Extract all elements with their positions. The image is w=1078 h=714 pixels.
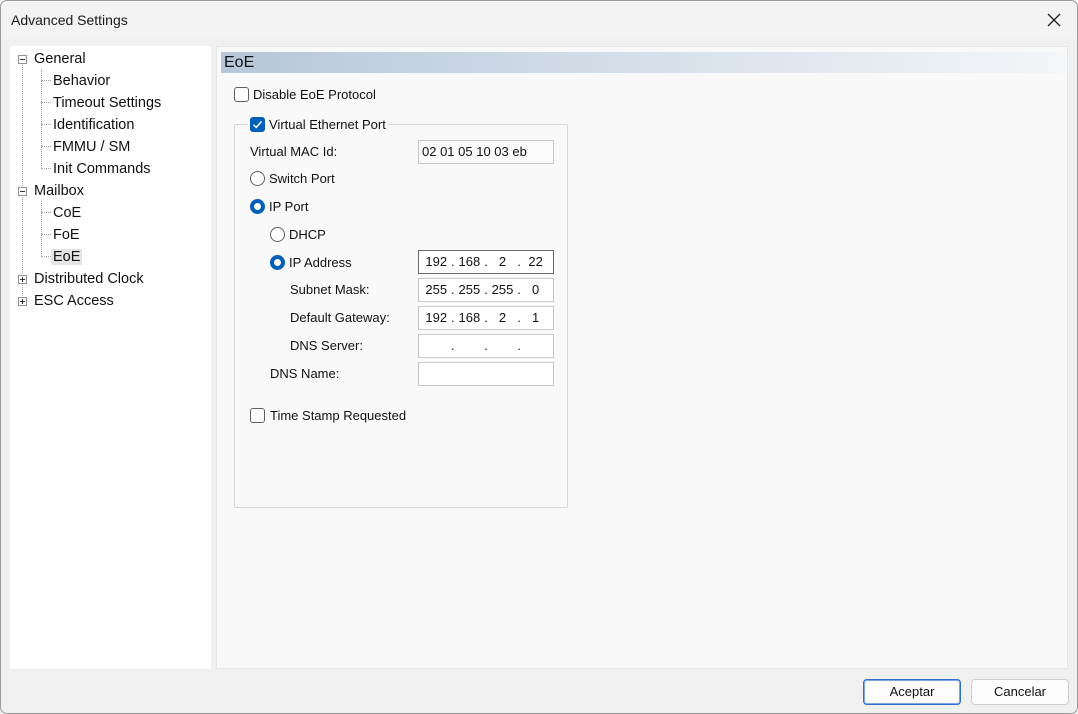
ip-dot: . xyxy=(517,254,521,269)
window-title: Advanced Settings xyxy=(11,12,128,28)
ip-octet[interactable]: 22 xyxy=(524,251,548,273)
tree-connector xyxy=(41,146,51,147)
advanced-settings-dialog: Advanced Settings General Behavior Timeo… xyxy=(0,0,1078,714)
collapse-mailbox-icon[interactable] xyxy=(18,187,27,196)
ip-octet[interactable]: 255 xyxy=(424,279,448,301)
tree-connector xyxy=(41,80,51,81)
tree-connector xyxy=(41,168,51,169)
checkmark-icon xyxy=(252,120,263,129)
default-gateway-label: Default Gateway: xyxy=(290,310,390,325)
tree-item-label: FMMU / SM xyxy=(53,139,131,155)
virtual-mac-label: Virtual MAC Id: xyxy=(250,144,338,159)
tree-item-label: General xyxy=(34,51,86,67)
tree-connector xyxy=(41,256,51,257)
ip-octet[interactable]: 192 xyxy=(424,251,448,273)
dns-name-field[interactable] xyxy=(418,362,554,386)
tree-connector xyxy=(22,63,23,300)
virtual-mac-field[interactable]: 02 01 05 10 03 eb xyxy=(418,140,554,164)
ip-dot: . xyxy=(484,254,488,269)
ip-address-radio[interactable] xyxy=(270,255,285,270)
subnet-mask-label: Subnet Mask: xyxy=(290,282,370,297)
ip-octet[interactable]: 1 xyxy=(524,307,548,329)
ip-dot: . xyxy=(451,282,455,297)
tree-item-coe[interactable]: CoE xyxy=(51,202,83,224)
tree-item-foe[interactable]: FoE xyxy=(51,224,82,246)
dhcp-radio[interactable] xyxy=(270,227,285,242)
tree-item-label: Distributed Clock xyxy=(34,271,144,287)
default-gateway-field[interactable]: 192. 168. 2. 1 xyxy=(418,306,554,330)
tree-item-esc-access[interactable]: ESC Access xyxy=(32,290,116,312)
tree-connector xyxy=(41,124,51,125)
ip-dot: . xyxy=(517,310,521,325)
tree-connector xyxy=(41,69,42,168)
tree-item-label: EoE xyxy=(51,249,83,265)
dns-server-field[interactable]: . . . xyxy=(418,334,554,358)
ip-octet[interactable]: 168 xyxy=(457,307,481,329)
dns-name-label: DNS Name: xyxy=(270,366,340,381)
tree-item-distributed-clock[interactable]: Distributed Clock xyxy=(32,268,146,290)
close-button[interactable] xyxy=(1039,6,1069,34)
eoe-settings-panel: EoE Disable EoE Protocol Virtual Etherne… xyxy=(216,46,1068,669)
dns-server-label: DNS Server: xyxy=(290,338,363,353)
collapse-general-icon[interactable] xyxy=(18,55,27,64)
ip-port-label[interactable]: IP Port xyxy=(269,199,309,214)
accept-button[interactable]: Aceptar xyxy=(863,679,961,705)
time-stamp-label[interactable]: Time Stamp Requested xyxy=(270,408,406,423)
tree-item-label: Init Commands xyxy=(53,161,151,177)
dhcp-label[interactable]: DHCP xyxy=(289,227,326,242)
ip-address-field[interactable]: 192. 168. 2. 22 xyxy=(418,250,554,274)
tree-item-init-commands[interactable]: Init Commands xyxy=(51,158,153,180)
tree-item-label: Behavior xyxy=(53,73,111,89)
subnet-mask-field[interactable]: 255. 255. 255. 0 xyxy=(418,278,554,302)
ip-octet[interactable]: 255 xyxy=(491,279,515,301)
virtual-ethernet-port-checkbox[interactable] xyxy=(250,117,265,132)
switch-port-label[interactable]: Switch Port xyxy=(269,171,335,186)
time-stamp-checkbox[interactable] xyxy=(250,408,265,423)
ip-octet[interactable]: 2 xyxy=(491,307,515,329)
ip-dot: . xyxy=(451,310,455,325)
ip-octet[interactable]: 192 xyxy=(424,307,448,329)
ip-port-radio[interactable] xyxy=(250,199,265,214)
ip-dot: . xyxy=(517,338,521,353)
tree-item-eoe[interactable]: EoE xyxy=(51,246,83,268)
virtual-ethernet-port-label[interactable]: Virtual Ethernet Port xyxy=(269,117,386,132)
ip-address-label[interactable]: IP Address xyxy=(289,255,352,270)
tree-connector xyxy=(41,212,51,213)
tree-item-timeout-settings[interactable]: Timeout Settings xyxy=(51,92,163,114)
ip-octet[interactable]: 255 xyxy=(457,279,481,301)
tree-connector xyxy=(41,102,51,103)
title-bar: Advanced Settings xyxy=(1,1,1077,39)
tree-item-fmmu-sm[interactable]: FMMU / SM xyxy=(51,136,132,158)
close-icon xyxy=(1047,13,1061,27)
tree-item-general[interactable]: General xyxy=(32,48,88,70)
disable-eoe-label[interactable]: Disable EoE Protocol xyxy=(253,87,376,102)
tree-item-label: CoE xyxy=(53,205,82,221)
ip-dot: . xyxy=(484,310,488,325)
disable-eoe-checkbox[interactable] xyxy=(234,87,249,102)
tree-item-behavior[interactable]: Behavior xyxy=(51,70,112,92)
ip-octet[interactable]: 2 xyxy=(491,251,515,273)
ip-octet[interactable]: 0 xyxy=(524,279,548,301)
tree-item-label: Timeout Settings xyxy=(53,95,162,111)
ip-dot: . xyxy=(451,338,455,353)
expand-distributed-clock-icon[interactable] xyxy=(18,275,27,284)
tree-item-mailbox[interactable]: Mailbox xyxy=(32,180,86,202)
ip-dot: . xyxy=(484,282,488,297)
expand-esc-access-icon[interactable] xyxy=(18,297,27,306)
ip-dot: . xyxy=(517,282,521,297)
tree-connector xyxy=(41,201,42,256)
settings-tree: General Behavior Timeout Settings Identi… xyxy=(10,46,211,669)
tree-item-label: Identification xyxy=(53,117,135,133)
ip-dot: . xyxy=(484,338,488,353)
cancel-button[interactable]: Cancelar xyxy=(971,679,1069,705)
tree-item-identification[interactable]: Identification xyxy=(51,114,136,136)
ip-octet[interactable]: 168 xyxy=(457,251,481,273)
tree-item-label: ESC Access xyxy=(34,293,114,309)
tree-item-label: Mailbox xyxy=(34,183,84,199)
tree-item-label: FoE xyxy=(53,227,80,243)
section-header: EoE xyxy=(221,52,1066,73)
tree-connector xyxy=(41,234,51,235)
switch-port-radio[interactable] xyxy=(250,171,265,186)
ip-dot: . xyxy=(451,254,455,269)
